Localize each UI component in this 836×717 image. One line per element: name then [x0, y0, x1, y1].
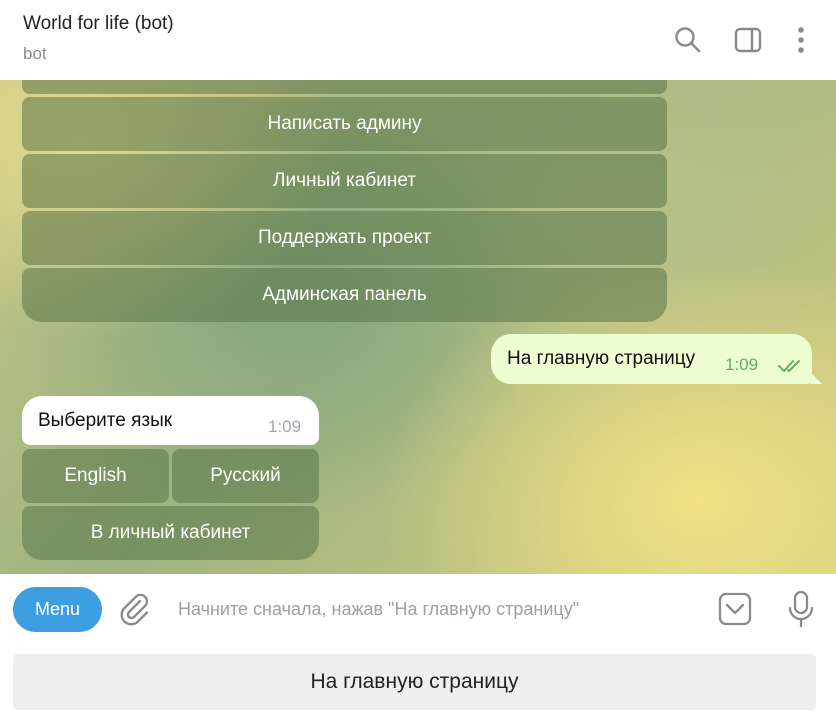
menu-button[interactable]: Menu	[13, 587, 102, 632]
chat-header: World for life (bot) bot	[0, 0, 836, 80]
paperclip-icon[interactable]	[118, 592, 152, 626]
inline-button-personal-account[interactable]: Личный кабинет	[22, 154, 667, 208]
more-vertical-icon[interactable]	[785, 24, 817, 56]
inline-button-english[interactable]: English	[22, 449, 169, 503]
bubble-tail	[810, 372, 822, 384]
sidebar-toggle-icon[interactable]	[732, 24, 764, 56]
message-text: Выберите язык	[38, 410, 173, 431]
microphone-icon[interactable]	[784, 589, 818, 629]
incoming-message[interactable]: Выберите язык 1:09	[22, 396, 319, 445]
inline-button-support-project[interactable]: Поддержать проект	[22, 211, 667, 265]
inline-button-partial[interactable]	[22, 80, 667, 94]
message-time: 1:09	[268, 417, 302, 436]
message-list[interactable]: Написать админу Личный кабинет Поддержат…	[0, 80, 836, 574]
message-time: 1:09	[725, 355, 759, 374]
double-check-icon	[778, 360, 800, 372]
inline-button-to-personal-account[interactable]: В личный кабинет	[22, 506, 319, 560]
outgoing-message[interactable]: На главную страницу 1:09	[491, 334, 822, 384]
search-icon[interactable]	[672, 24, 704, 56]
message-input[interactable]	[178, 596, 698, 622]
message-text: На главную страницу	[507, 348, 696, 369]
chat-subtitle: bot	[23, 44, 47, 63]
keyboard-toggle-icon[interactable]	[717, 591, 753, 627]
chat-title[interactable]: World for life (bot)	[23, 13, 174, 35]
inline-button-write-admin[interactable]: Написать админу	[22, 97, 667, 151]
inline-button-russian[interactable]: Русский	[172, 449, 319, 503]
inline-button-admin-panel[interactable]: Админская панель	[22, 268, 667, 322]
composer: Menu На главную страницу	[0, 574, 836, 717]
reply-keyboard-button-home[interactable]: На главную страницу	[13, 654, 816, 710]
